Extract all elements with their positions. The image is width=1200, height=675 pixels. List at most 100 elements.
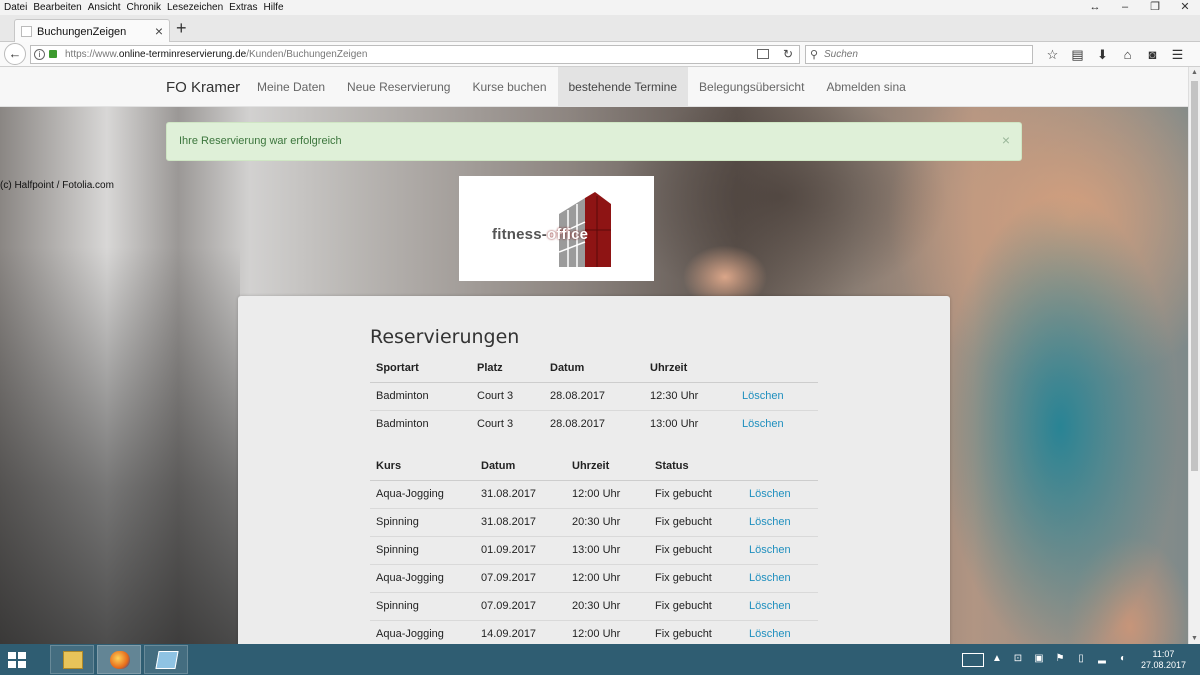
minimize-button[interactable]: – (1110, 0, 1140, 15)
network-icon[interactable]: ⊡ (1010, 653, 1026, 667)
signal-icon[interactable]: ▂ (1094, 653, 1110, 667)
delete-link[interactable]: Löschen (743, 591, 818, 620)
tab-close-icon[interactable]: × (155, 23, 163, 39)
url-prefix: https://www. (65, 49, 119, 60)
page-title: Reservierungen (370, 326, 520, 348)
cell-datum: 31.08.2017 (475, 479, 566, 508)
cell-kurs: Aqua-Jogging (370, 479, 475, 508)
delete-link[interactable]: Löschen (743, 563, 818, 592)
delete-link[interactable]: Löschen (743, 507, 818, 536)
menu-chronik[interactable]: Chronik (124, 0, 164, 13)
page-viewport: (c) Halfpoint / Fotolia.com FO Kramer Me… (0, 67, 1188, 644)
cell-datum: 01.09.2017 (475, 535, 566, 564)
cell-platz: Court 3 (471, 409, 544, 438)
tray-app-icon[interactable]: ▣ (1031, 653, 1047, 667)
taskbar-firefox-button[interactable] (97, 645, 141, 674)
url-domain: online-terminreservierung.de (118, 49, 247, 60)
taskbar-clock[interactable]: 11:07 27.08.2017 (1141, 649, 1186, 671)
search-icon: ⚲ (810, 49, 819, 61)
table-row: Badminton Court 3 28.08.2017 13:00 Uhr L… (370, 409, 818, 438)
logo-text-fitness: fitness- (492, 226, 547, 243)
restore-icon[interactable]: ↔ (1080, 0, 1110, 15)
cell-uhrzeit: 12:30 Uhr (644, 381, 736, 410)
column-header: Datum (544, 354, 644, 383)
url-bar[interactable]: i https://www.online-terminreservierung.… (30, 45, 800, 64)
menu-extras[interactable]: Extras (226, 0, 260, 13)
info-icon[interactable]: i (34, 49, 45, 60)
search-input[interactable] (824, 47, 1024, 62)
url-text[interactable]: https://www.online-terminreservierung.de… (65, 49, 367, 60)
court-reservations-table: Sportart Platz Datum Uhrzeit Badminton C… (370, 354, 818, 438)
browser-tab[interactable]: BuchungenZeigen × (14, 19, 170, 43)
cell-uhrzeit: 12:00 Uhr (566, 479, 649, 508)
delete-link[interactable]: Löschen (743, 479, 818, 508)
table-header-row: Kurs Datum Uhrzeit Status (370, 452, 818, 481)
nav-belegungsuebersicht[interactable]: Belegungsübersicht (688, 67, 815, 107)
bookmarks-icon[interactable]: ▤ (1065, 45, 1090, 64)
flag-icon[interactable]: ⚑ (1052, 653, 1068, 667)
taskbar-window-button[interactable] (144, 645, 188, 674)
logo-text: fitness-office (492, 226, 588, 243)
cell-kurs: Aqua-Jogging (370, 563, 475, 592)
nav-neue-reservierung[interactable]: Neue Reservierung (336, 67, 461, 107)
cell-status: Fix gebucht (649, 619, 743, 644)
page-scrollbar[interactable]: ▲ ▼ (1188, 67, 1200, 644)
column-header-empty (736, 354, 818, 383)
cell-datum: 31.08.2017 (475, 507, 566, 536)
table-row: Spinning 01.09.2017 13:00 Uhr Fix gebuch… (370, 535, 818, 564)
menu-lesezeichen[interactable]: Lesezeichen (164, 0, 226, 13)
star-icon[interactable]: ☆ (1040, 45, 1065, 64)
scroll-up-icon[interactable]: ▲ (1191, 69, 1198, 76)
cell-uhrzeit: 12:00 Uhr (566, 619, 649, 644)
cell-kurs: Aqua-Jogging (370, 619, 475, 644)
menu-icon[interactable]: ☰ (1165, 45, 1190, 64)
cell-status: Fix gebucht (649, 591, 743, 620)
tray-expand-icon[interactable]: ▲ (989, 653, 1005, 667)
maximize-button[interactable]: ❐ (1140, 0, 1170, 15)
reservations-panel: Reservierungen Sportart Platz Datum Uhrz… (238, 296, 950, 644)
delete-link[interactable]: Löschen (743, 619, 818, 644)
column-header: Uhrzeit (644, 354, 736, 383)
close-window-button[interactable]: ✕ (1170, 0, 1200, 15)
column-header: Datum (475, 452, 566, 481)
window-controls: ↔ – ❐ ✕ (1080, 0, 1200, 15)
delete-link[interactable]: Löschen (743, 535, 818, 564)
scroll-thumb[interactable] (1191, 81, 1198, 471)
reload-icon[interactable]: ↻ (783, 47, 793, 61)
cell-uhrzeit: 13:00 Uhr (566, 535, 649, 564)
nav-kurse-buchen[interactable]: Kurse buchen (461, 67, 557, 107)
page-favicon-icon (21, 26, 32, 37)
nav-abmelden[interactable]: Abmelden sina (815, 67, 916, 107)
menu-ansicht[interactable]: Ansicht (85, 0, 124, 13)
window-icon (155, 651, 179, 669)
cell-uhrzeit: 20:30 Uhr (566, 507, 649, 536)
cell-kurs: Spinning (370, 507, 475, 536)
battery-icon[interactable]: ▯ (1073, 653, 1089, 667)
menu-hilfe[interactable]: Hilfe (261, 0, 287, 13)
cell-kurs: Spinning (370, 591, 475, 620)
pocket-icon[interactable]: ◙ (1140, 45, 1165, 64)
menu-datei[interactable]: Datei (0, 0, 30, 13)
nav-links: Meine Daten Neue Reservierung Kurse buch… (246, 67, 917, 107)
delete-link[interactable]: Löschen (736, 381, 818, 410)
keyboard-icon[interactable] (962, 652, 984, 667)
menu-bearbeiten[interactable]: Bearbeiten (30, 0, 84, 13)
volume-icon[interactable]: ◐ (1115, 653, 1131, 667)
nav-meine-daten[interactable]: Meine Daten (246, 67, 336, 107)
windows-start-icon[interactable] (8, 652, 26, 668)
cell-uhrzeit: 12:00 Uhr (566, 563, 649, 592)
back-button[interactable]: ← (4, 43, 26, 65)
taskbar-explorer-button[interactable] (50, 645, 94, 674)
cell-status: Fix gebucht (649, 535, 743, 564)
alert-close-icon[interactable]: × (1002, 132, 1010, 148)
cell-sportart: Badminton (370, 381, 471, 410)
nav-bestehende-termine[interactable]: bestehende Termine (557, 67, 689, 107)
new-tab-button[interactable]: + (176, 18, 187, 39)
reader-view-icon[interactable] (757, 49, 769, 59)
download-icon[interactable]: ⬇ (1090, 45, 1115, 64)
tab-title: BuchungenZeigen (37, 26, 127, 38)
scroll-down-icon[interactable]: ▼ (1191, 635, 1198, 642)
home-icon[interactable]: ⌂ (1115, 45, 1140, 64)
brand-name[interactable]: FO Kramer (166, 79, 240, 96)
delete-link[interactable]: Löschen (736, 409, 818, 438)
